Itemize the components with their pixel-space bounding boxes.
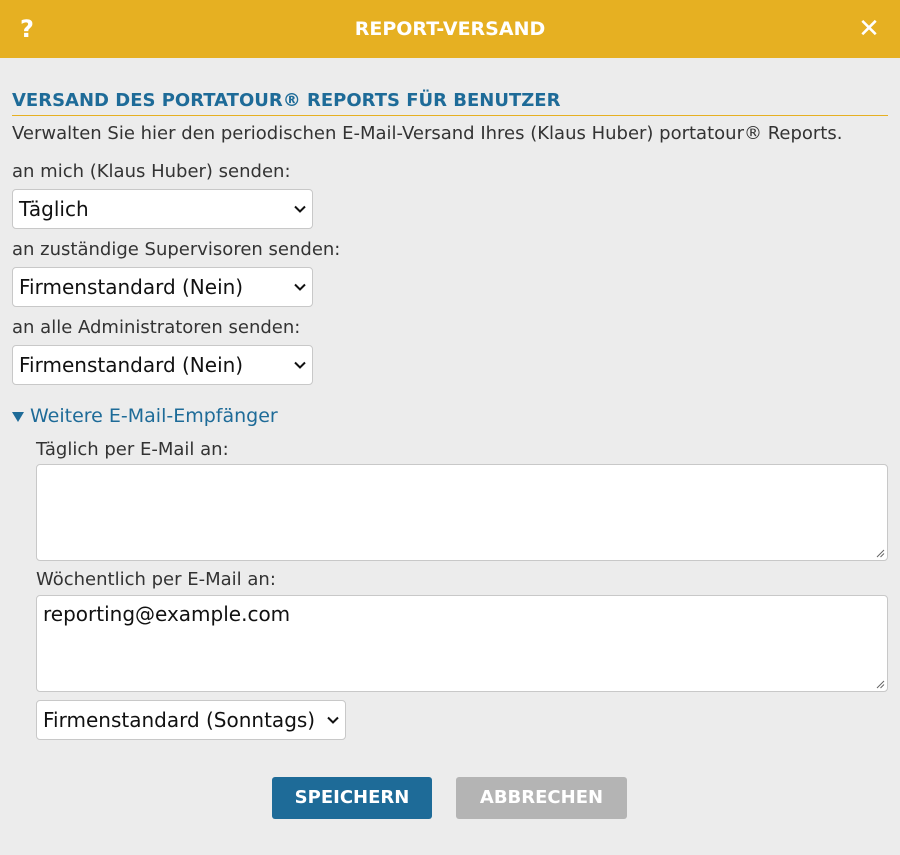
weekly-email-value: reporting@example.com xyxy=(43,602,291,626)
close-icon[interactable]: ✕ xyxy=(856,14,882,44)
intro-text: Verwalten Sie hier den periodischen E-Ma… xyxy=(12,123,843,144)
dialog-title: REPORT-VERSAND xyxy=(354,18,546,40)
send-to-admins-label: an alle Administratoren senden: xyxy=(12,317,301,338)
chevron-down-icon xyxy=(294,205,306,213)
send-to-me-select[interactable]: Täglich xyxy=(12,189,313,229)
weekly-email-textarea[interactable]: reporting@example.com xyxy=(36,595,888,692)
resize-grip-icon[interactable] xyxy=(876,549,885,558)
section-title: VERSAND DES PORTATOUR® REPORTS FÜR BENUT… xyxy=(12,90,888,116)
send-to-supervisors-select[interactable]: Firmenstandard (Nein) xyxy=(12,267,313,307)
weekly-email-label: Wöchentlich per E-Mail an: xyxy=(36,569,276,590)
daily-email-label: Täglich per E-Mail an: xyxy=(36,439,229,460)
chevron-down-icon xyxy=(294,283,306,291)
send-to-supervisors-label: an zuständige Supervisoren senden: xyxy=(12,239,341,260)
more-recipients-toggle[interactable]: Weitere E-Mail-Empfänger xyxy=(12,405,278,427)
resize-grip-icon[interactable] xyxy=(876,680,885,689)
daily-email-textarea[interactable] xyxy=(36,464,888,561)
send-to-me-value: Täglich xyxy=(19,197,89,221)
send-to-admins-select[interactable]: Firmenstandard (Nein) xyxy=(12,345,313,385)
send-to-me-label: an mich (Klaus Huber) senden: xyxy=(12,161,291,182)
chevron-down-icon xyxy=(327,716,339,724)
chevron-down-icon xyxy=(294,361,306,369)
more-recipients-label: Weitere E-Mail-Empfänger xyxy=(30,405,278,427)
weekly-day-value: Firmenstandard (Sonntags) xyxy=(43,708,316,732)
expanded-triangle-icon xyxy=(12,411,24,422)
send-to-admins-value: Firmenstandard (Nein) xyxy=(19,353,244,377)
save-button[interactable]: SPEICHERN xyxy=(272,777,432,819)
cancel-button[interactable]: ABBRECHEN xyxy=(456,777,627,819)
dialog-titlebar: ? REPORT-VERSAND ✕ xyxy=(0,0,900,58)
weekly-day-select[interactable]: Firmenstandard (Sonntags) xyxy=(36,700,346,740)
send-to-supervisors-value: Firmenstandard (Nein) xyxy=(19,275,244,299)
